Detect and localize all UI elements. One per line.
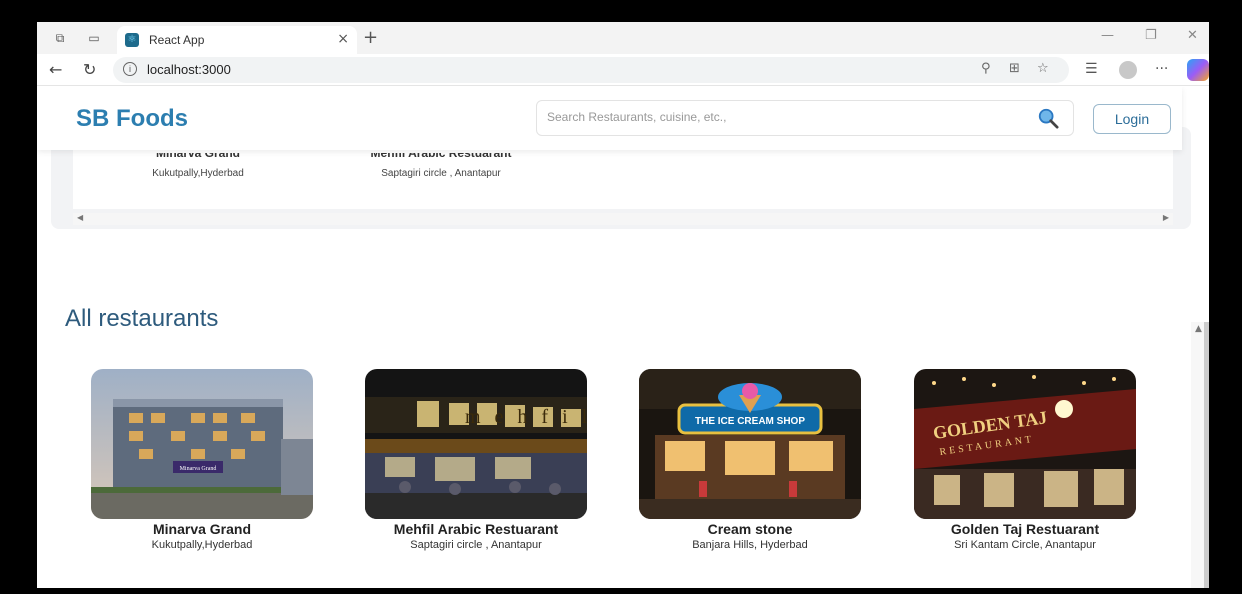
read-aloud-icon[interactable]: ⚲ (981, 61, 991, 76)
building-sign: Minarva Grand (180, 466, 217, 472)
url-text: localhost:3000 (147, 62, 231, 77)
refresh-icon[interactable]: ↻ (83, 60, 96, 79)
vertical-scrollbar[interactable]: ▲ (1191, 322, 1209, 588)
info-icon[interactable]: i (123, 62, 137, 76)
restaurant-location: Sri Kantam Circle, Anantapur (954, 539, 1096, 551)
popular-item-name: Mehfil Arabic Restuarant (370, 153, 512, 160)
react-favicon: ⚛ (125, 33, 139, 47)
restaurant-image[interactable]: THE ICE CREAM SHOP (639, 369, 861, 519)
tab-actions-icon[interactable]: ▭ (87, 31, 101, 45)
minimize-icon[interactable]: — (1101, 28, 1114, 43)
restaurant-name[interactable]: Mehfil Arabic Restuarant (365, 521, 587, 537)
close-icon[interactable]: × (337, 31, 349, 47)
address-bar[interactable]: i localhost:3000 ⚲ ⊞ ☆ (113, 57, 1069, 83)
restaurant-image[interactable]: GOLDEN TAJ RESTAURANT (914, 369, 1136, 519)
window-close-icon[interactable]: ✕ (1187, 28, 1198, 43)
restaurant-name[interactable]: Cream stone (639, 521, 861, 537)
restaurant-name[interactable]: Golden Taj Restuarant (914, 521, 1136, 537)
search-input[interactable] (547, 110, 1017, 124)
restore-icon[interactable]: ❐ (1145, 28, 1157, 43)
immersive-reader-icon[interactable]: ⊞ (1009, 61, 1020, 76)
storefront-sign: mehfil (465, 406, 587, 428)
collections-icon[interactable]: ☰ (1085, 61, 1098, 77)
restaurant-card[interactable]: mehfil Mehfil Arabic Restuarant Saptagir… (365, 369, 587, 551)
tab-title: React App (149, 33, 205, 47)
workspaces-icon[interactable]: ⧉ (53, 31, 67, 45)
restaurant-image[interactable]: Minarva Grand (91, 369, 313, 519)
site-header: SB Foods Login (37, 87, 1182, 150)
restaurant-card[interactable]: Minarva Grand Minarva Grand Kukutpally,H… (91, 369, 313, 551)
browser-tab[interactable]: ⚛ React App × (117, 26, 357, 54)
restaurant-location: Kukutpally,Hyderbad (151, 539, 253, 551)
restaurant-location: Banjara Hills, Hyderbad (692, 539, 808, 551)
back-icon[interactable]: ← (49, 60, 62, 79)
scrollbar-thumb[interactable] (1204, 322, 1209, 588)
scroll-left-icon[interactable]: ◀ (77, 213, 83, 222)
restaurant-card[interactable]: GOLDEN TAJ RESTAURANT Golden Taj Restuar… (914, 369, 1136, 551)
address-bar-row: ← ↻ i localhost:3000 ⚲ ⊞ ☆ ☰ ··· (37, 54, 1209, 86)
web-page: SB Foods Login Minarva Grand Kukutpally,… (37, 87, 1209, 588)
popular-item-location: Saptagiri circle , Anantapur (381, 168, 501, 179)
popular-item[interactable]: Mehfil Arabic Restuarant Saptagiri circl… (351, 153, 531, 179)
tab-bar: ⧉ ▭ ⚛ React App × + — ❐ ✕ (37, 22, 1209, 54)
search-box (536, 100, 1074, 136)
popular-item[interactable]: Minarva Grand Kukutpally,Hyderbad (133, 153, 263, 179)
brand-logo[interactable]: SB Foods (76, 105, 188, 133)
scroll-up-icon[interactable]: ▲ (1195, 324, 1202, 334)
shop-sign: THE ICE CREAM SHOP (695, 416, 805, 427)
section-title: All restaurants (65, 305, 219, 332)
login-button[interactable]: Login (1093, 104, 1171, 134)
scroll-right-icon[interactable]: ▶ (1163, 213, 1169, 222)
search-icon[interactable] (1037, 107, 1059, 129)
restaurant-location: Saptagiri circle , Anantapur (410, 539, 542, 551)
favorite-icon[interactable]: ☆ (1037, 61, 1049, 76)
profile-icon[interactable] (1119, 61, 1137, 79)
restaurant-name[interactable]: Minarva Grand (91, 521, 313, 537)
restaurant-image[interactable]: mehfil (365, 369, 587, 519)
popular-item-location: Kukutpally,Hyderbad (152, 168, 244, 179)
new-tab-button[interactable]: + (363, 27, 378, 48)
more-icon[interactable]: ··· (1155, 61, 1168, 77)
popular-item-name: Minarva Grand (155, 153, 241, 160)
horizontal-scrollbar[interactable]: ◀ ▶ (73, 213, 1173, 225)
copilot-icon[interactable] (1187, 59, 1209, 81)
restaurant-card[interactable]: THE ICE CREAM SHOP Cream stone Banjara H… (639, 369, 861, 551)
browser-window: ⧉ ▭ ⚛ React App × + — ❐ ✕ ← ↻ i localhos… (37, 22, 1209, 588)
